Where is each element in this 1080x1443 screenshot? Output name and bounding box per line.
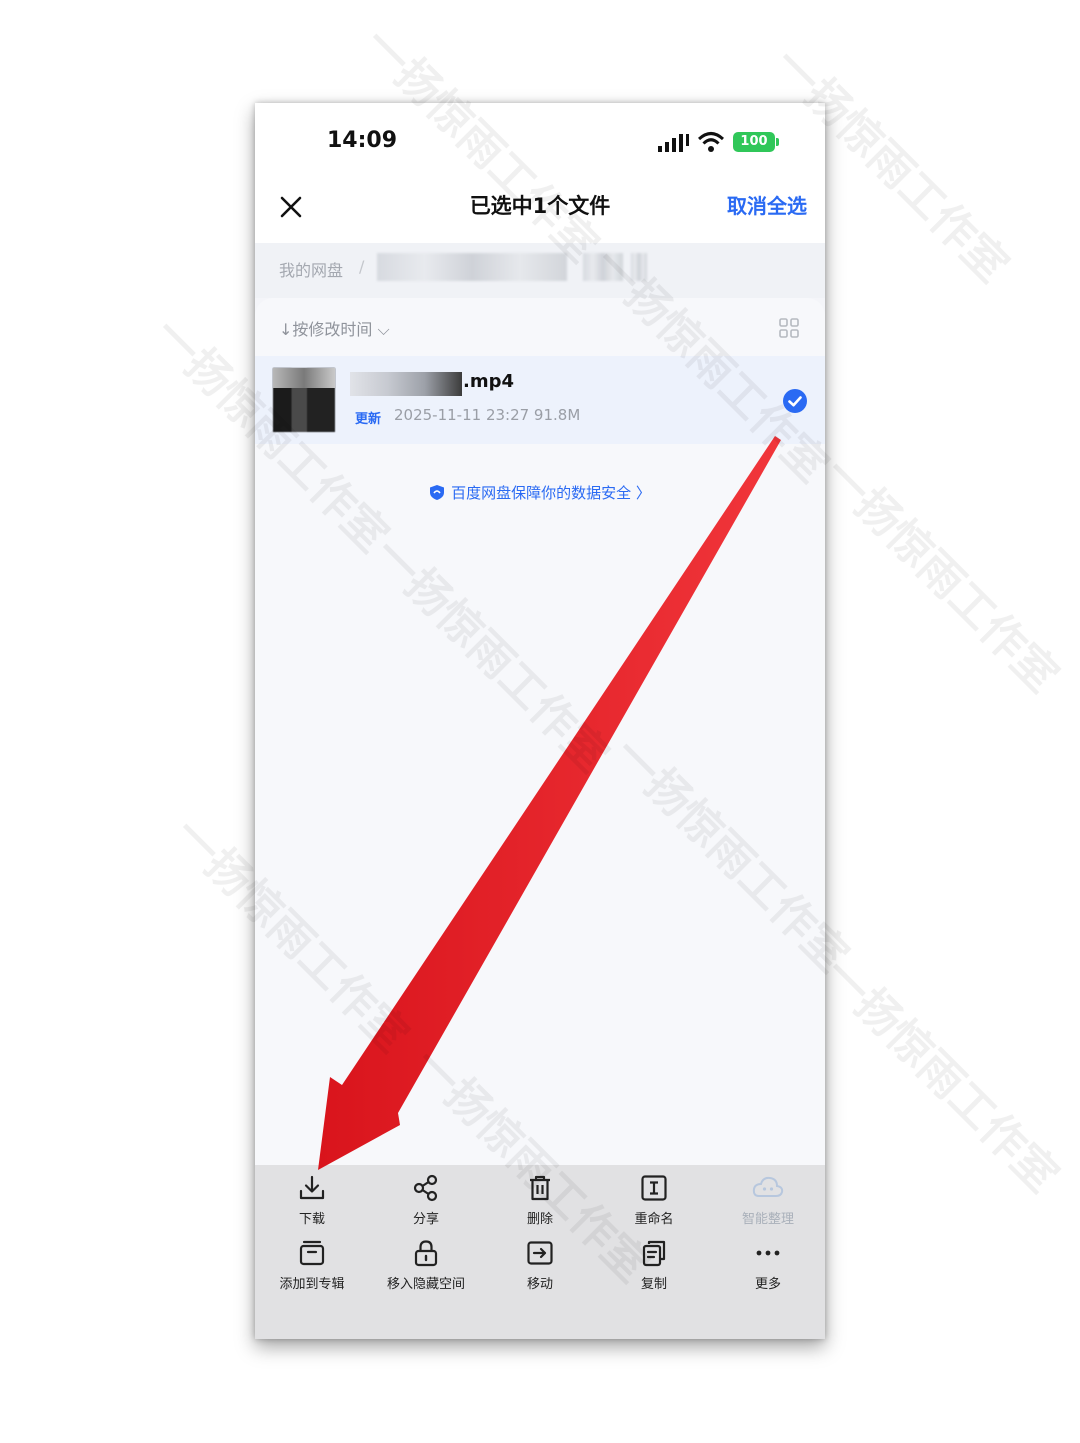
action-toolbar: 下载 分享 删除 重命名 智能整理 添加到专辑 移入隐藏空间 移动 复制 更多 <box>255 1165 825 1339</box>
selection-header: 已选中1个文件 取消全选 <box>255 183 825 243</box>
sort-dropdown[interactable]: ↓按修改时间 ⌵ <box>279 316 390 340</box>
status-bar: 14:09 100 <box>255 103 825 183</box>
more-icon <box>756 1250 780 1256</box>
battery-tip <box>776 138 779 146</box>
copy-icon <box>642 1240 666 1267</box>
shield-icon <box>430 485 445 500</box>
trash-icon <box>530 1175 550 1201</box>
rename-label: 重命名 <box>634 1212 674 1227</box>
move-label: 移动 <box>526 1277 553 1292</box>
rename-button[interactable]: 重命名 <box>597 1173 711 1227</box>
breadcrumb-separator: / <box>359 257 365 276</box>
security-link[interactable]: 百度网盘保障你的数据安全 〉 <box>255 482 825 503</box>
share-icon <box>413 1174 438 1202</box>
move-icon <box>527 1241 553 1265</box>
more-button[interactable]: 更多 <box>711 1238 825 1292</box>
move-to-hidden-space-button[interactable]: 移入隐藏空间 <box>369 1238 483 1292</box>
watermark: 一扬惊雨工作室 <box>813 448 1068 703</box>
file-row[interactable]: .mp4 更新 2025-11-11 23:27 91.8M <box>255 356 825 444</box>
delete-label: 删除 <box>526 1212 553 1227</box>
move-to-hidden-space-label: 移入隐藏空间 <box>386 1277 465 1292</box>
file-name: .mp4 <box>463 371 515 392</box>
move-button[interactable]: 移动 <box>483 1238 597 1292</box>
update-badge: 更新 <box>355 412 382 427</box>
breadcrumb: 我的网盘 / <box>255 243 825 298</box>
rename-icon <box>641 1175 667 1201</box>
grid-view-icon[interactable] <box>779 318 799 338</box>
battery-icon: 100 <box>733 132 775 152</box>
smart-organize-label: 智能整理 <box>741 1212 794 1227</box>
wifi-icon <box>698 132 724 152</box>
more-label: 更多 <box>754 1277 781 1292</box>
breadcrumb-root[interactable]: 我的网盘 <box>279 257 343 281</box>
file-meta: 2025-11-11 23:27 91.8M <box>394 406 581 424</box>
smart-organize-icon <box>752 1176 784 1197</box>
deselect-all-button[interactable]: 取消全选 <box>727 190 807 219</box>
status-time: 14:09 <box>327 128 398 153</box>
download-icon <box>299 1175 325 1200</box>
breadcrumb-path-redacted <box>631 253 647 281</box>
download-button[interactable]: 下载 <box>255 1173 369 1227</box>
share-label: 分享 <box>412 1212 439 1227</box>
delete-button[interactable]: 删除 <box>483 1173 597 1227</box>
copy-label: 复制 <box>640 1277 667 1292</box>
smart-organize-button[interactable]: 智能整理 <box>711 1173 825 1227</box>
phone-screen: 14:09 100 已选中1个文件 取消全选 我的网盘 / ↓按修改时间 ⌵ .… <box>255 103 825 1339</box>
signal-icon <box>658 134 689 152</box>
download-label: 下载 <box>298 1212 325 1227</box>
checked-circle-icon[interactable] <box>782 388 808 414</box>
add-to-album-label: 添加到专辑 <box>279 1277 345 1292</box>
add-to-album-button[interactable]: 添加到专辑 <box>255 1238 369 1292</box>
copy-button[interactable]: 复制 <box>597 1238 711 1292</box>
album-icon <box>299 1240 325 1266</box>
lock-icon <box>414 1240 438 1267</box>
share-button[interactable]: 分享 <box>369 1173 483 1227</box>
breadcrumb-path-redacted <box>377 253 567 281</box>
watermark: 一扬惊雨工作室 <box>813 948 1068 1203</box>
file-name-redacted <box>350 372 462 396</box>
video-thumbnail-top <box>273 368 335 388</box>
breadcrumb-path-redacted <box>583 253 623 281</box>
security-link-label: 百度网盘保障你的数据安全 〉 <box>451 484 651 502</box>
